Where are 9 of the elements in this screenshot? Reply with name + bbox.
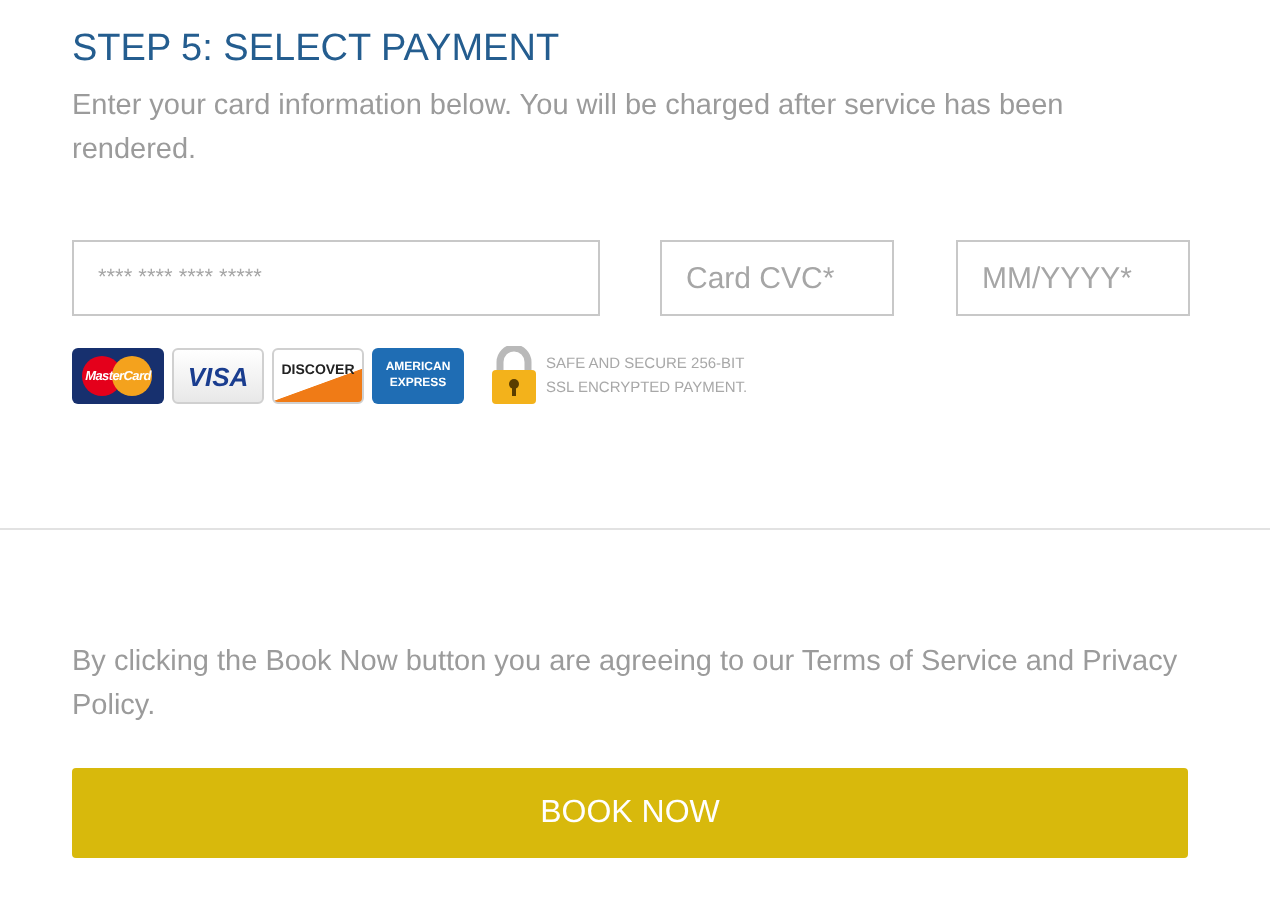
card-logo: VISA [172, 348, 264, 404]
padlock-icon [490, 346, 538, 406]
book-now-button[interactable]: BOOK NOW [72, 768, 1188, 858]
terms-text: By clicking the Book Now button you are agreeing to our Terms of Service and Privacy Policy. [72, 644, 1180, 726]
input-field[interactable]: MM/YYYY* [956, 240, 1190, 316]
instruction-text: Enter your card information below. You will be charged after service has been rendered. [72, 88, 1066, 170]
section-heading: STEP 5: SELECT PAYMENT [72, 26, 562, 74]
input-field[interactable]: **** **** **** ***** [72, 240, 600, 316]
input-field[interactable]: Card CVC* [660, 240, 894, 316]
